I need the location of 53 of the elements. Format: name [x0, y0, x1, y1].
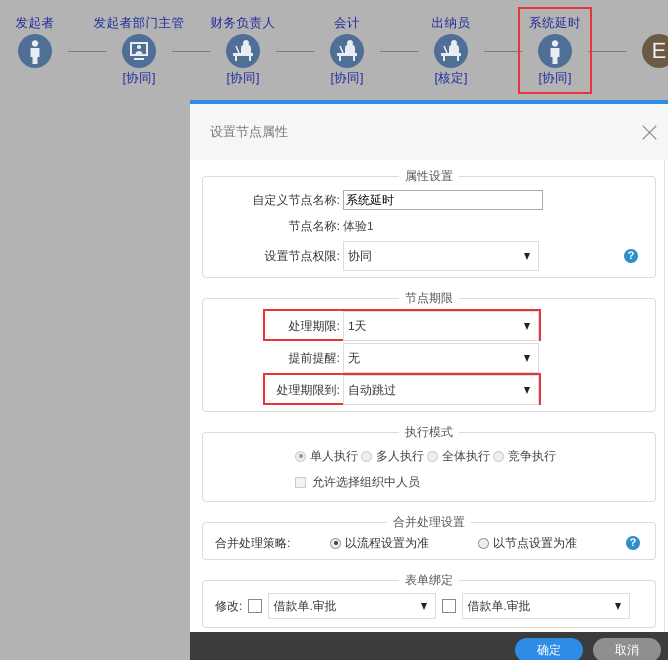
checkbox-option[interactable]: 允许选择组织中人员 [295, 474, 420, 490]
field-label: 处理期限: [288, 318, 340, 334]
node-label: 出纳员 [432, 15, 470, 32]
person-node-icon[interactable] [18, 34, 52, 68]
node-role: [协同] [122, 71, 156, 85]
radio-option[interactable]: 竞争执行 [493, 448, 556, 464]
dropdown[interactable]: 借款单.审批 [268, 593, 436, 619]
group-title: 节点期限 [404, 290, 454, 307]
radio-option[interactable]: 以流程设置为准 [330, 534, 475, 552]
close-icon[interactable] [641, 124, 658, 140]
computer-user-icon[interactable] [122, 34, 156, 68]
dropdown[interactable]: 无 [343, 343, 539, 373]
node-label: 财务负责人 [210, 15, 276, 32]
checkbox[interactable] [248, 599, 262, 613]
radio-option[interactable]: 多人执行 [361, 448, 424, 464]
help-icon[interactable]: ? [626, 536, 640, 550]
radio-option[interactable]: 单人执行 [295, 448, 358, 464]
node-role: [协同] [226, 71, 260, 85]
dropdown[interactable]: 借款单.审批 [462, 593, 630, 619]
name-input[interactable]: 系统延时 [343, 190, 543, 210]
node-name-value: 体验1 [343, 218, 374, 234]
node-role: [核定] [434, 71, 468, 85]
group-title: 属性设置 [404, 168, 454, 185]
node-role: [协同] [330, 71, 364, 85]
person-at-desk-icon[interactable] [330, 34, 364, 68]
field-label: 设置节点权限: [264, 248, 340, 264]
node-label: 会计 [334, 15, 360, 32]
node-label: 发起者部门主管 [94, 15, 184, 32]
node-label: 系统延时 [529, 15, 581, 32]
field-label: 修改: [215, 598, 242, 614]
radio-option[interactable]: 全体执行 [427, 448, 490, 464]
node-label: 发起者 [16, 15, 54, 32]
field-label: 提前提醒: [288, 350, 340, 366]
dropdown[interactable]: 自动跳过 [343, 375, 539, 405]
field-label: 合并处理策略: [215, 534, 292, 552]
group-title: 执行模式 [404, 424, 454, 441]
group-title: 合并处理设置 [392, 514, 466, 531]
node-role: [协同] [538, 71, 572, 85]
field-label: 处理期限到: [276, 382, 340, 398]
help-icon[interactable]: ? [624, 249, 638, 263]
confirm-button[interactable]: 确定 [515, 638, 583, 660]
field-label: 自定义节点名称: [252, 192, 340, 208]
dialog-title: 设置节点属性 [210, 123, 288, 141]
group-title: 表单绑定 [404, 572, 454, 589]
field-label: 节点名称: [288, 218, 340, 234]
radio-option[interactable]: 以节点设置为准 [478, 534, 623, 552]
dropdown[interactable]: 协同 [343, 241, 539, 271]
person-at-desk-icon[interactable] [226, 34, 260, 68]
checkbox[interactable] [442, 599, 456, 613]
dropdown[interactable]: 1天 [343, 311, 539, 341]
person-at-desk-icon[interactable] [434, 34, 468, 68]
person-node-icon[interactable] [538, 34, 572, 68]
end-node[interactable]: E [642, 34, 668, 68]
